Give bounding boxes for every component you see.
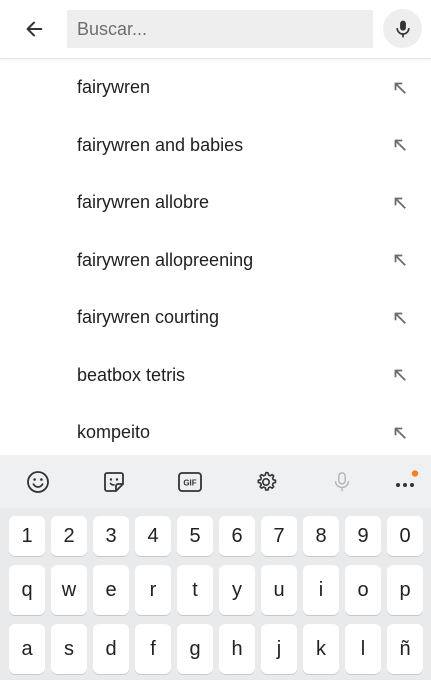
arrow-up-left-icon[interactable] bbox=[391, 194, 409, 212]
key-p[interactable]: p bbox=[387, 565, 423, 615]
key-f[interactable]: f bbox=[135, 624, 171, 674]
suggestion-label: fairywren allobre bbox=[77, 192, 210, 213]
microphone-icon bbox=[334, 472, 350, 492]
key-i[interactable]: i bbox=[303, 565, 339, 615]
key-a[interactable]: a bbox=[9, 624, 45, 674]
suggestion-label: beatbox tetris bbox=[77, 364, 186, 385]
back-button[interactable] bbox=[14, 10, 54, 48]
microphone-icon bbox=[395, 20, 410, 37]
suggestion-item[interactable]: fairywren and babies bbox=[0, 117, 431, 175]
key-j[interactable]: j bbox=[261, 624, 297, 674]
keyboard-toolbar: GIF bbox=[0, 455, 431, 508]
suggestion-item[interactable]: kompeito bbox=[0, 404, 431, 462]
arrow-up-left-icon[interactable] bbox=[391, 424, 409, 442]
gif-button[interactable]: GIF bbox=[176, 468, 204, 496]
key-h[interactable]: h bbox=[219, 624, 255, 674]
gif-label: GIF bbox=[183, 479, 196, 488]
arrow-up-left-icon[interactable] bbox=[391, 251, 409, 269]
key-e[interactable]: e bbox=[93, 565, 129, 615]
suggestion-item[interactable]: fairywren courting bbox=[0, 289, 431, 347]
voice-search-button[interactable] bbox=[383, 9, 422, 48]
suggestion-item[interactable]: fairywren allopreening bbox=[0, 232, 431, 290]
suggestion-label: fairywren courting bbox=[77, 307, 220, 328]
key-l[interactable]: l bbox=[345, 624, 381, 674]
sticker-icon bbox=[104, 472, 124, 492]
suggestion-label: fairywren and babies bbox=[77, 134, 244, 155]
key-7[interactable]: 7 bbox=[261, 516, 297, 556]
key-g[interactable]: g bbox=[177, 624, 213, 674]
arrow-up-left-icon[interactable] bbox=[391, 79, 409, 97]
key-0[interactable]: 0 bbox=[387, 516, 423, 556]
search-input[interactable] bbox=[67, 10, 373, 48]
suggestion-item[interactable]: beatbox tetris bbox=[0, 347, 431, 405]
key-o[interactable]: o bbox=[345, 565, 381, 615]
key-k[interactable]: k bbox=[303, 624, 339, 674]
search-header bbox=[0, 0, 431, 59]
more-button[interactable] bbox=[392, 468, 420, 496]
voice-input-button[interactable] bbox=[328, 468, 356, 496]
suggestion-label: fairywren bbox=[77, 77, 151, 98]
key-q[interactable]: q bbox=[9, 565, 45, 615]
key-1[interactable]: 1 bbox=[9, 516, 45, 556]
key-3[interactable]: 3 bbox=[93, 516, 129, 556]
search-field[interactable] bbox=[67, 10, 373, 48]
arrow-up-left-icon[interactable] bbox=[391, 366, 409, 384]
arrow-left-icon bbox=[26, 21, 43, 37]
key-2[interactable]: 2 bbox=[51, 516, 87, 556]
key-y[interactable]: y bbox=[219, 565, 255, 615]
suggestion-item[interactable]: fairywren allobre bbox=[0, 174, 431, 232]
keyboard: GIF 1 2 3 4 5 6 7 8 9 0 q w e r t y u i … bbox=[0, 455, 431, 680]
more-icon bbox=[396, 470, 419, 487]
key-r[interactable]: r bbox=[135, 565, 171, 615]
settings-button[interactable] bbox=[252, 468, 280, 496]
key-6[interactable]: 6 bbox=[219, 516, 255, 556]
key-enye[interactable]: ñ bbox=[387, 624, 423, 674]
suggestion-list: fairywren fairywren and babies fairywren… bbox=[0, 59, 431, 462]
key-w[interactable]: w bbox=[51, 565, 87, 615]
settings-icon bbox=[257, 471, 277, 491]
key-s[interactable]: s bbox=[51, 624, 87, 674]
arrow-up-left-icon[interactable] bbox=[391, 136, 409, 154]
emoji-icon bbox=[27, 471, 49, 493]
key-d[interactable]: d bbox=[93, 624, 129, 674]
key-9[interactable]: 9 bbox=[345, 516, 381, 556]
key-8[interactable]: 8 bbox=[303, 516, 339, 556]
key-t[interactable]: t bbox=[177, 565, 213, 615]
suggestion-item[interactable]: fairywren bbox=[0, 59, 431, 117]
emoji-button[interactable] bbox=[24, 468, 52, 496]
sticker-button[interactable] bbox=[100, 468, 128, 496]
key-u[interactable]: u bbox=[261, 565, 297, 615]
arrow-up-left-icon[interactable] bbox=[391, 309, 409, 327]
suggestion-label: kompeito bbox=[77, 422, 151, 443]
key-4[interactable]: 4 bbox=[135, 516, 171, 556]
gif-icon: GIF bbox=[178, 472, 202, 492]
key-5[interactable]: 5 bbox=[177, 516, 213, 556]
suggestion-label: fairywren allopreening bbox=[77, 249, 254, 270]
